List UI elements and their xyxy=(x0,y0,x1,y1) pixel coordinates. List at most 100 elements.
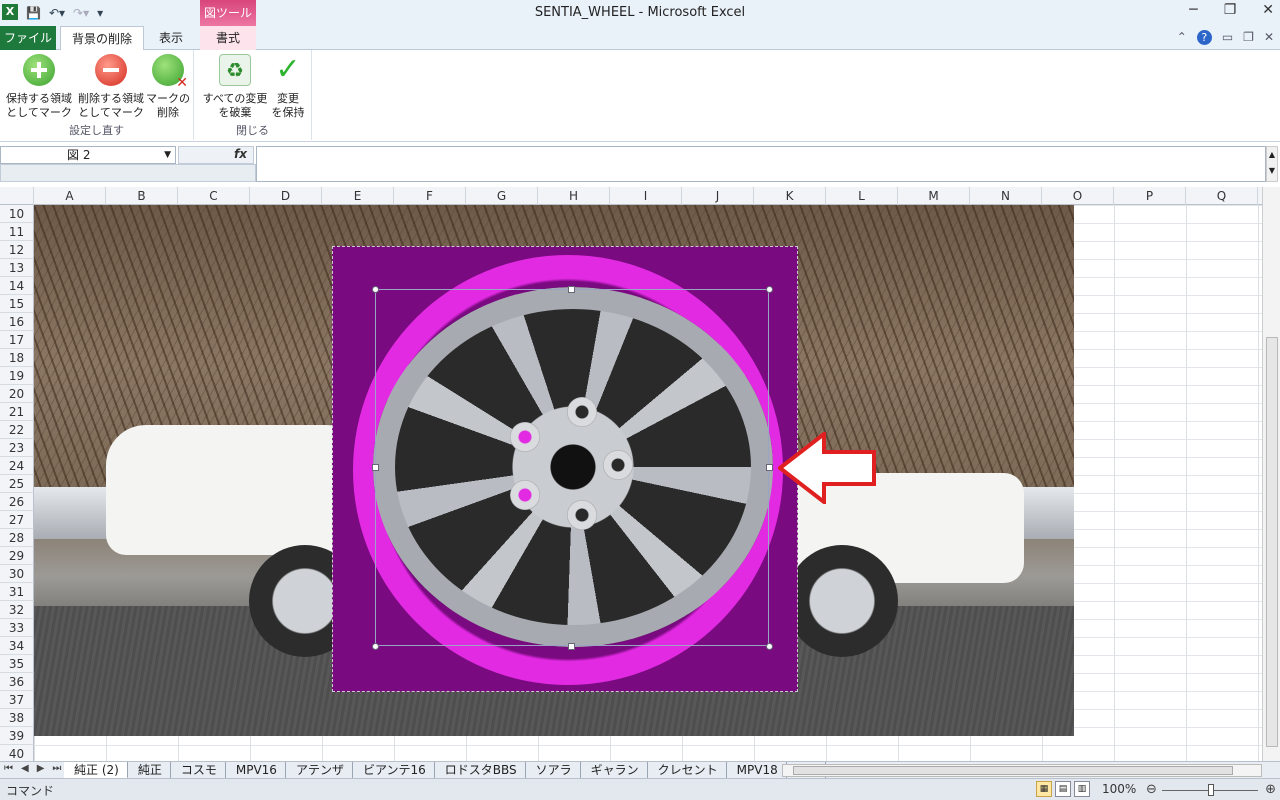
minimize-icon[interactable]: ─ xyxy=(1189,2,1197,18)
resize-handle-right[interactable] xyxy=(766,464,773,471)
row-header[interactable]: 24 xyxy=(0,457,34,475)
first-sheet-icon[interactable]: ⏮ xyxy=(4,763,13,774)
column-header[interactable]: M xyxy=(898,187,970,205)
row-header[interactable]: 27 xyxy=(0,511,34,529)
resize-handle-left[interactable] xyxy=(372,464,379,471)
row-header[interactable]: 31 xyxy=(0,583,34,601)
zoom-slider[interactable]: ⊖ ⊕ xyxy=(1146,782,1276,797)
column-header[interactable]: K xyxy=(754,187,826,205)
normal-view-icon[interactable]: ▦ xyxy=(1036,781,1052,797)
column-header[interactable]: E xyxy=(322,187,394,205)
sheet-tab[interactable]: ロドスタBBS xyxy=(435,762,526,779)
sheet-tab[interactable]: コスモ xyxy=(171,762,226,779)
column-header[interactable]: C xyxy=(178,187,250,205)
row-header[interactable]: 39 xyxy=(0,727,34,745)
row-header[interactable]: 15 xyxy=(0,295,34,313)
column-header[interactable]: J xyxy=(682,187,754,205)
sheet-tab[interactable]: アテンザ xyxy=(286,762,353,779)
row-header[interactable]: 35 xyxy=(0,655,34,673)
resize-handle-top-right[interactable] xyxy=(766,286,773,293)
zoom-level[interactable]: 100% xyxy=(1102,782,1136,796)
column-header[interactable]: L xyxy=(826,187,898,205)
row-header[interactable]: 36 xyxy=(0,673,34,691)
row-header[interactable]: 13 xyxy=(0,259,34,277)
delete-mark-button[interactable]: マークの 削除 xyxy=(146,54,190,120)
prev-sheet-icon[interactable]: ◀ xyxy=(21,763,29,774)
row-header[interactable]: 33 xyxy=(0,619,34,637)
column-header[interactable]: H xyxy=(538,187,610,205)
row-header[interactable]: 16 xyxy=(0,313,34,331)
row-header[interactable]: 17 xyxy=(0,331,34,349)
resize-handle-top-left[interactable] xyxy=(372,286,379,293)
column-header[interactable]: N xyxy=(970,187,1042,205)
sheet-tab[interactable]: ギャラン xyxy=(581,762,648,779)
zoom-in-icon[interactable]: ⊕ xyxy=(1265,782,1276,797)
horizontal-scroll-thumb[interactable] xyxy=(793,766,1233,775)
sheet-tab[interactable]: ソアラ xyxy=(526,762,581,779)
row-header[interactable]: 30 xyxy=(0,565,34,583)
discard-all-changes-button[interactable]: ♻ すべての変更 を破棄 xyxy=(198,54,272,120)
insert-function-icon[interactable]: fx xyxy=(234,147,247,161)
resize-handle-bottom[interactable] xyxy=(568,643,575,650)
row-header[interactable]: 26 xyxy=(0,493,34,511)
row-header[interactable]: 29 xyxy=(0,547,34,565)
column-header[interactable]: I xyxy=(610,187,682,205)
formula-input[interactable] xyxy=(256,146,1266,182)
row-header[interactable]: 40 xyxy=(0,745,34,761)
row-header[interactable]: 21 xyxy=(0,403,34,421)
tab-background-removal[interactable]: 背景の削除 xyxy=(60,26,144,51)
column-header[interactable]: A xyxy=(34,187,106,205)
sheet-tab[interactable]: MPV18 xyxy=(727,762,787,779)
row-header[interactable]: 32 xyxy=(0,601,34,619)
zoom-out-icon[interactable]: ⊖ xyxy=(1146,782,1157,797)
resize-handle-bottom-right[interactable] xyxy=(766,643,773,650)
row-header[interactable]: 38 xyxy=(0,709,34,727)
tab-format[interactable]: 書式 xyxy=(200,26,256,50)
restore-icon[interactable]: ❐ xyxy=(1224,2,1237,18)
row-header[interactable]: 12 xyxy=(0,241,34,259)
zoom-knob[interactable] xyxy=(1208,784,1214,796)
mark-areas-to-keep-button[interactable]: 保持する領域 としてマーク xyxy=(4,54,74,120)
column-header[interactable]: D xyxy=(250,187,322,205)
row-header[interactable]: 19 xyxy=(0,367,34,385)
select-all-corner[interactable] xyxy=(0,187,34,205)
horizontal-scrollbar[interactable] xyxy=(782,764,1262,777)
column-header[interactable]: Q xyxy=(1186,187,1258,205)
workbook-restore-icon[interactable]: ❐ xyxy=(1243,30,1254,45)
tab-file[interactable]: ファイル xyxy=(0,26,56,50)
row-header[interactable]: 11 xyxy=(0,223,34,241)
row-header[interactable]: 18 xyxy=(0,349,34,367)
workbook-close-icon[interactable]: ✕ xyxy=(1264,30,1274,45)
row-header[interactable]: 20 xyxy=(0,385,34,403)
workbook-minimize-icon[interactable]: ▭ xyxy=(1222,30,1233,45)
page-layout-view-icon[interactable]: ▤ xyxy=(1055,781,1071,797)
row-header[interactable]: 10 xyxy=(0,205,34,223)
column-header[interactable]: F xyxy=(394,187,466,205)
sheet-tab[interactable]: クレセント xyxy=(648,762,727,779)
row-header[interactable]: 37 xyxy=(0,691,34,709)
collapse-ribbon-icon[interactable]: ⌃ xyxy=(1177,30,1187,45)
formula-bar-expand-icon[interactable]: ▲ ▼ xyxy=(1266,146,1278,182)
next-sheet-icon[interactable]: ▶ xyxy=(37,763,45,774)
sheet-tab[interactable]: MPV16 xyxy=(226,762,286,779)
row-header[interactable]: 14 xyxy=(0,277,34,295)
row-header[interactable]: 34 xyxy=(0,637,34,655)
row-header[interactable]: 25 xyxy=(0,475,34,493)
image-selection-box[interactable] xyxy=(375,289,769,646)
sheet-tab[interactable]: 純正 (2) xyxy=(64,762,128,779)
last-sheet-icon[interactable]: ⏭ xyxy=(52,763,61,774)
column-header[interactable]: O xyxy=(1042,187,1114,205)
name-box[interactable]: 図 2 ▼ xyxy=(0,146,176,164)
resize-handle-top[interactable] xyxy=(568,286,575,293)
keep-changes-button[interactable]: ✓ 変更 を保持 xyxy=(268,54,308,120)
column-header[interactable]: B xyxy=(106,187,178,205)
tab-view[interactable]: 表示 xyxy=(146,26,196,50)
sheet-tab[interactable]: 純正 xyxy=(128,762,171,779)
chevron-down-icon[interactable]: ▼ xyxy=(164,147,171,163)
close-icon[interactable]: ✕ xyxy=(1262,2,1274,18)
page-break-view-icon[interactable]: ▥ xyxy=(1074,781,1090,797)
vertical-scroll-thumb[interactable] xyxy=(1266,337,1278,747)
row-header[interactable]: 22 xyxy=(0,421,34,439)
row-header[interactable]: 28 xyxy=(0,529,34,547)
column-header[interactable]: P xyxy=(1114,187,1186,205)
